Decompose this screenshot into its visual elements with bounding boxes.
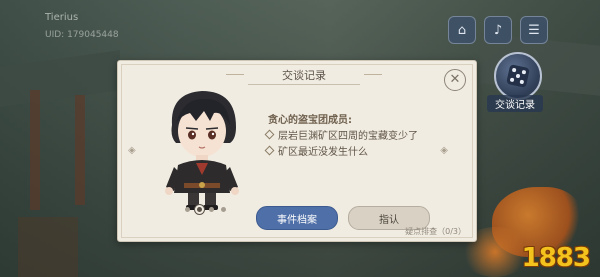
- dialog-line: 层岩巨渊矿区四周的宝藏变少了: [264, 127, 418, 142]
- dialog-line-text: 层岩巨渊矿区四周的宝藏变少了: [278, 131, 418, 142]
- speaker-name: 贪心的盗宝团成员:: [268, 115, 352, 126]
- dialog-line: 矿区最近没发生什么: [264, 143, 368, 158]
- building-pillar: [75, 95, 85, 205]
- building-pillar: [30, 90, 40, 210]
- dialog-title: 交谈记录: [282, 69, 326, 82]
- clue-counter: 疑点排查（0/3）: [405, 227, 466, 236]
- home-button[interactable]: ⌂: [448, 16, 476, 44]
- accuse-label: 指认: [379, 214, 399, 226]
- menu-button[interactable]: ☰: [520, 16, 548, 44]
- dialog-log-button[interactable]: [494, 52, 542, 100]
- music-button[interactable]: ♪: [484, 16, 512, 44]
- close-icon: ✕: [449, 72, 461, 87]
- building-roof: [0, 50, 120, 110]
- page-dot[interactable]: [221, 207, 226, 212]
- home-icon: ⌂: [457, 22, 467, 38]
- player-name: Tierius: [45, 12, 79, 23]
- bullet-icon: [264, 145, 275, 156]
- event-archive-label: 事件档案: [277, 214, 317, 226]
- ornament-icon: ◈: [128, 145, 136, 156]
- page-dot[interactable]: [185, 207, 190, 212]
- dialog-log-label[interactable]: 交谈记录: [487, 95, 543, 112]
- ornament-icon: ◈: [440, 145, 448, 156]
- page-dot-active[interactable]: [197, 207, 202, 212]
- dialog-line-text: 矿区最近没发生什么: [278, 147, 368, 158]
- dice-icon: [506, 64, 530, 88]
- site-watermark-logo: 1883: [521, 243, 591, 273]
- character-portrait: [165, 91, 239, 210]
- dialog-title-bar: 交谈记录: [226, 66, 382, 85]
- music-icon: ♪: [493, 22, 503, 38]
- dialog-log-panel: 交谈记录 ✕ ◈ ◈ 贪心的盗宝团成员: 层岩巨渊矿区四周的宝藏变少了 矿区最近…: [117, 60, 477, 242]
- close-button[interactable]: ✕: [444, 69, 466, 91]
- event-archive-button[interactable]: 事件档案: [256, 206, 338, 230]
- building-door: [18, 217, 78, 277]
- bullet-icon: [264, 129, 275, 140]
- player-uid: UID: 179045448: [45, 30, 119, 40]
- page-indicator: [185, 207, 226, 212]
- menu-icon: ☰: [528, 22, 540, 38]
- page-dot[interactable]: [209, 207, 214, 212]
